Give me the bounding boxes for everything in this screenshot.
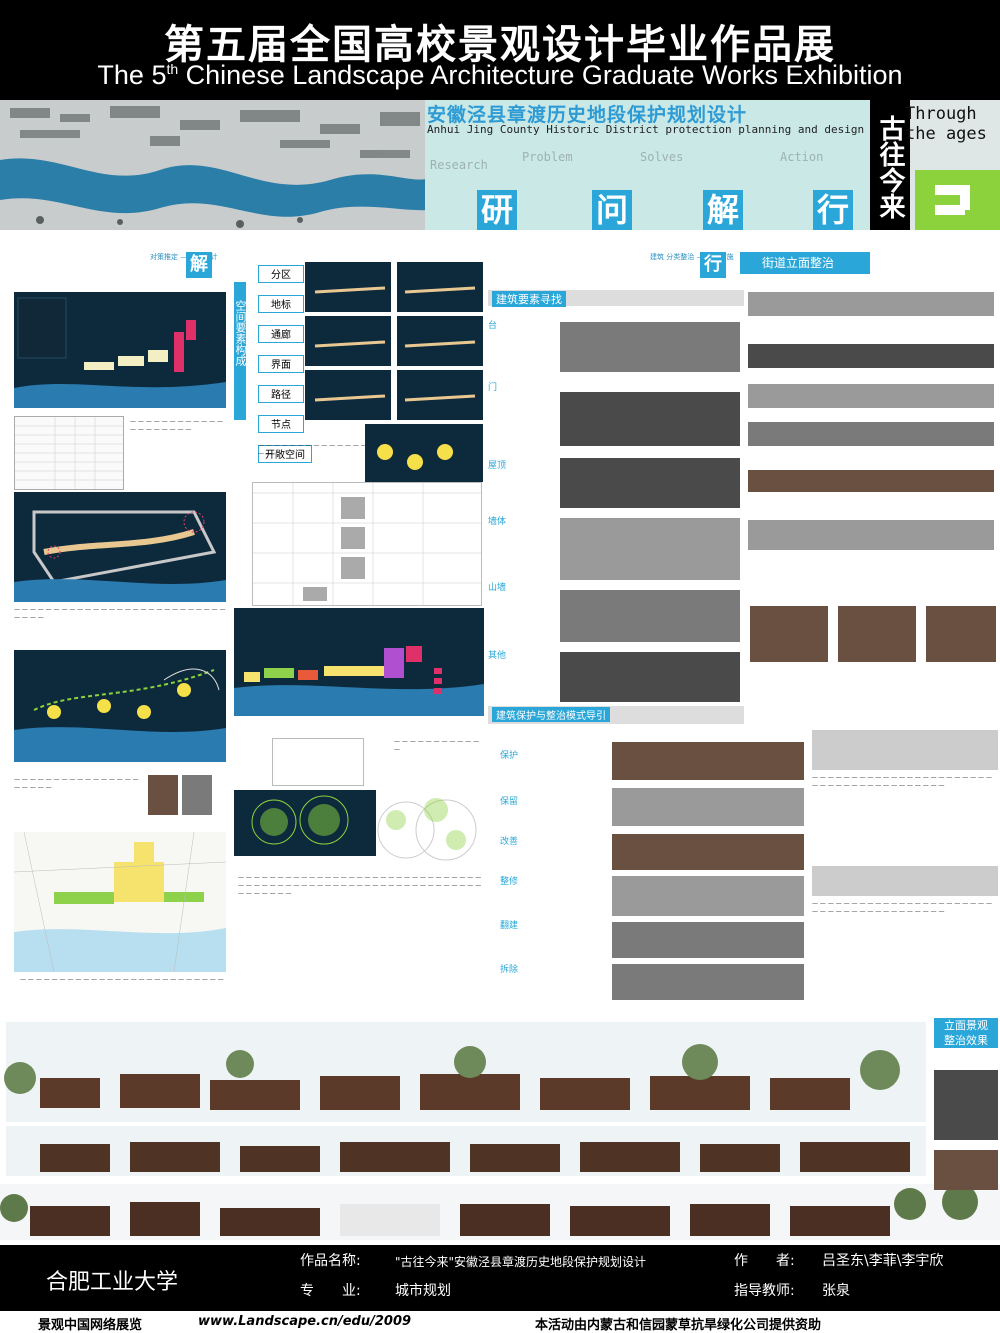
protect-item: 保留 xyxy=(500,797,519,807)
through-line-1: Through xyxy=(905,104,977,124)
space-item: 地标 xyxy=(258,295,304,313)
green-pixel-graphic xyxy=(915,170,1000,230)
through-line-2: the ages xyxy=(905,124,987,144)
corridor-map xyxy=(14,650,226,762)
node-map xyxy=(234,790,376,856)
elev-result-line-2: 整治效果 xyxy=(944,1034,988,1047)
space-heading: 空间要素构成 xyxy=(234,300,247,366)
ghost-word: Action xyxy=(780,150,824,164)
vertical-title: 古往今来 xyxy=(870,100,910,230)
stat-table xyxy=(272,738,364,786)
major: 城市规划 xyxy=(395,1283,451,1299)
protect-item: 改善 xyxy=(500,837,519,847)
exhibition-title-en: The 5th Chinese Landscape Architecture G… xyxy=(0,60,1000,91)
work-name: "古往今来"安徽泾县章渡历史地段保护规划设计 xyxy=(395,1255,647,1269)
space-item: 路径 xyxy=(258,385,304,403)
protect-photos xyxy=(612,742,804,1002)
lantern-photo xyxy=(934,1150,998,1190)
site-label: 景观中国网络展览 xyxy=(38,1318,143,1333)
space-item: 通廊 xyxy=(258,325,304,343)
landmark-notes: — — — — — — — — — — — — — — — — — — — — … xyxy=(14,606,226,621)
space-item: 节点 xyxy=(258,415,304,433)
elevation-strips xyxy=(748,282,998,558)
major-label: 专 业: xyxy=(300,1283,361,1299)
space-items: 分区 地标 通廊 界面 路径 节点 开敞空间 xyxy=(258,265,312,463)
space-item: 分区 xyxy=(258,265,304,283)
authors: 吕圣东\李菲\李宇欣 xyxy=(822,1253,944,1269)
protect-item: 拆除 xyxy=(500,965,519,975)
facade-drawing-b xyxy=(812,866,998,896)
element-item: 屋顶 xyxy=(488,461,507,471)
poster: { "header": { "title_cn": "第五届全国高校景观设计毕业… xyxy=(0,0,1000,1333)
land-notes: — — — — — — — — — — — — — — — — — — — — … xyxy=(20,976,224,983)
protect-heading: 建筑保护与整治模式导引 xyxy=(492,707,610,722)
author-label: 作 者: xyxy=(734,1253,795,1269)
title-en-sup: th xyxy=(166,61,179,77)
element-item: 其他 xyxy=(488,651,507,661)
school-name: 合肥工业大学 xyxy=(46,1270,179,1295)
element-photos xyxy=(560,322,744,702)
photo xyxy=(182,775,212,815)
research-char: 研 xyxy=(477,190,517,230)
facade-drawing xyxy=(812,730,998,770)
site-url[interactable]: www.Landscape.cn/edu/2009 xyxy=(198,1314,411,1329)
element-item: 山墙 xyxy=(488,583,507,593)
protect-item: 整修 xyxy=(500,877,519,887)
solves-char: 解 xyxy=(703,190,743,230)
window-photos xyxy=(750,566,998,706)
corridor-notes: — — — — — — — — — — — — — — — — — — — — … xyxy=(14,776,139,791)
elev-result-line-1: 立面景观 xyxy=(944,1019,988,1032)
work-label: 作品名称: xyxy=(300,1253,361,1269)
land-use-dark-map xyxy=(234,608,484,716)
aerial-map-strip xyxy=(0,100,430,230)
facade-notes-a: — — — — — — — — — — — — — — — — — — — — … xyxy=(812,774,992,789)
protect-item: 翻建 xyxy=(500,921,519,931)
landmark-map xyxy=(14,492,226,602)
space-item: 界面 xyxy=(258,355,304,373)
project-title-en: Anhui Jing County Historic District prot… xyxy=(427,123,865,136)
land-use-table xyxy=(14,416,124,490)
night-photo xyxy=(934,1070,998,1140)
sponsor-text: 本活动由内蒙古和信园蒙草抗旱绿化公司提供资助 xyxy=(535,1318,822,1333)
action-char: 行 xyxy=(813,190,853,230)
street-elevations xyxy=(0,1018,1000,1244)
land-map xyxy=(14,832,226,972)
solve-label: 解 xyxy=(186,252,212,278)
bottom-bar xyxy=(0,1311,1000,1333)
title-en-post: Chinese Landscape Architecture Graduate … xyxy=(178,60,903,90)
element-item: 台 xyxy=(488,321,498,331)
analysis-note-1: — — — — — — — — — — — — — — — — — — — — xyxy=(130,418,223,433)
protect-list: 保护 保留 改善 整修 翻建 拆除 xyxy=(488,740,608,1000)
facade-notes-b: — — — — — — — — — — — — — — — — — — — — … xyxy=(812,900,992,915)
element-item: 门 xyxy=(488,383,498,393)
elevation-result-label: 立面景观 整治效果 xyxy=(934,1018,998,1048)
node-table xyxy=(252,482,482,606)
title-en-pre: The 5 xyxy=(97,60,167,90)
ghost-word: Problem xyxy=(522,150,573,164)
stat-notes: — — — — — — — — — — — — xyxy=(394,738,480,753)
photo xyxy=(148,775,178,815)
circle-diagram xyxy=(377,798,477,861)
problem-char: 问 xyxy=(592,190,632,230)
space-notes: — — — — — — — — — — — — — — — — xyxy=(258,442,367,457)
protect-item: 保护 xyxy=(500,751,519,761)
advisor-label: 指导教师: xyxy=(734,1283,795,1299)
strategy-notes: — — — — — — — — — — — — — — — — — — — — … xyxy=(238,874,482,897)
zoning-map xyxy=(14,292,226,408)
ghost-word: Research xyxy=(430,158,488,172)
element-item: 墙体 xyxy=(488,517,507,527)
building-heading: 建筑要素寻找 xyxy=(492,291,566,307)
ghost-word: Solves xyxy=(640,150,684,164)
act-label: 行 xyxy=(700,252,726,278)
advisor: 张泉 xyxy=(822,1283,850,1299)
elevation-heading: 街道立面整治 xyxy=(740,252,870,274)
through-text: Through the ages xyxy=(905,104,987,144)
